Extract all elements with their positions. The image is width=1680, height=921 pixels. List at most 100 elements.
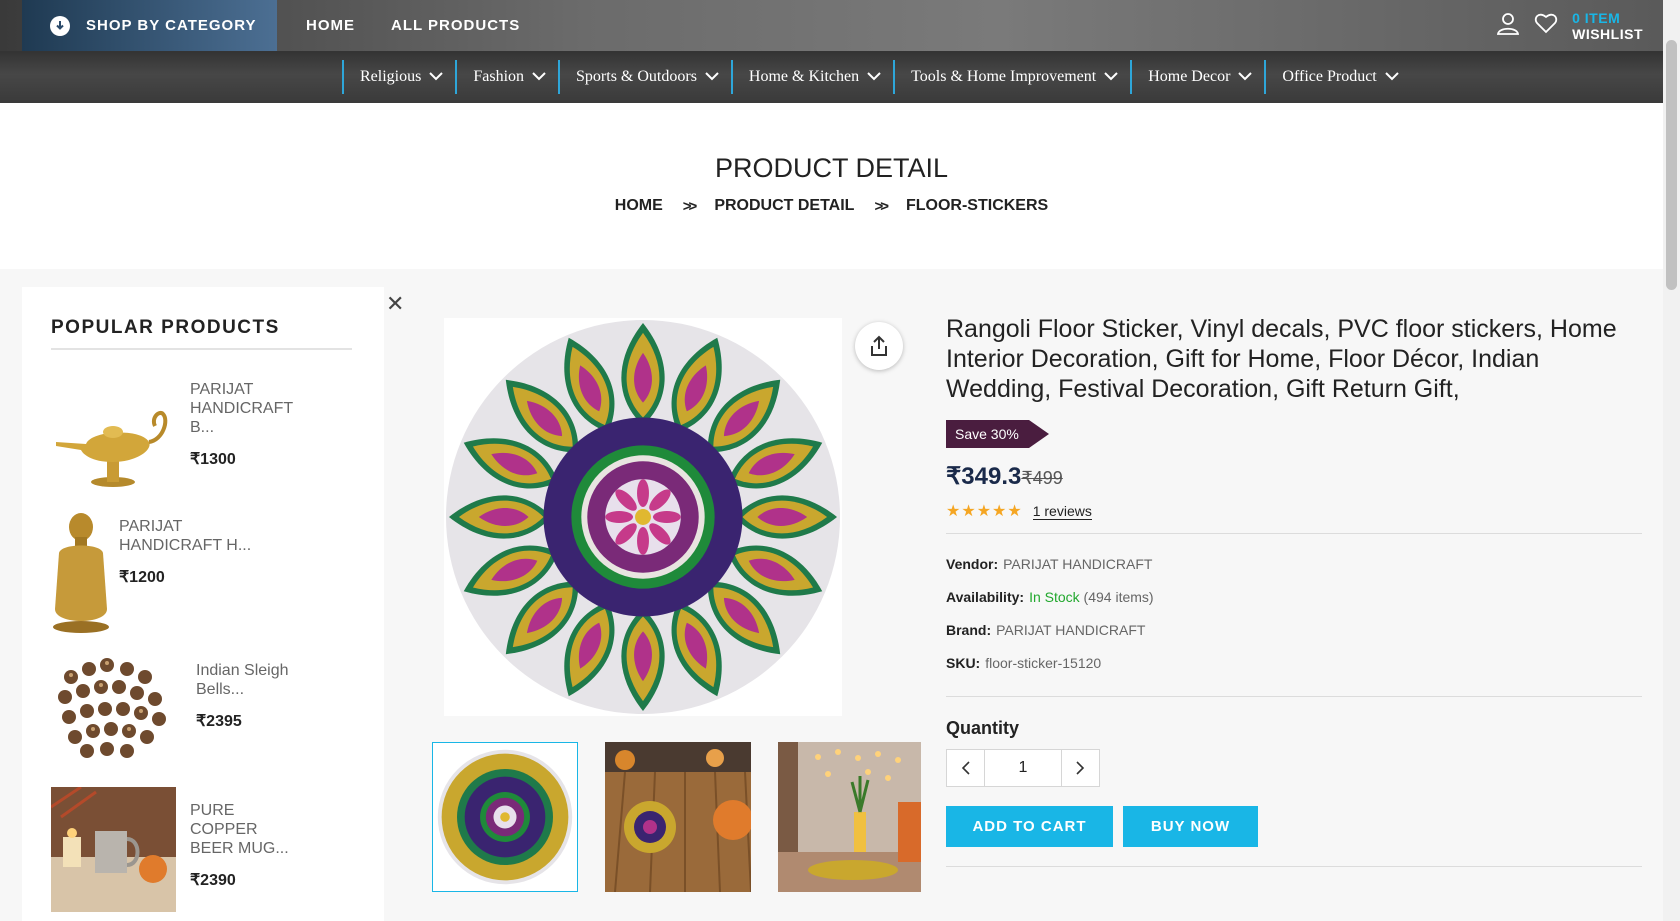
- nav-all-products[interactable]: ALL PRODUCTS: [391, 17, 520, 34]
- popular-product-item[interactable]: Indian Sleigh Bells... ₹2395: [51, 647, 296, 772]
- rating-row: ★★★★★ 1 reviews: [946, 501, 1642, 521]
- category-home-kitchen[interactable]: Home & Kitchen: [730, 60, 893, 94]
- chevron-down-icon: [705, 71, 719, 80]
- category-sports-outdoors[interactable]: Sports & Outdoors: [558, 60, 731, 94]
- category-office-product[interactable]: Office Product: [1264, 60, 1410, 94]
- category-religious[interactable]: Religious: [342, 60, 455, 94]
- divider: [946, 866, 1642, 867]
- user-icon[interactable]: [1496, 11, 1520, 40]
- breadcrumb-product-detail[interactable]: PRODUCT DETAIL: [714, 197, 854, 215]
- availability-label: Availability:: [946, 589, 1025, 605]
- shop-by-category-label: SHOP BY CATEGORY: [86, 17, 257, 34]
- popular-product-price: ₹2395: [196, 713, 242, 730]
- availability-value: In Stock: [1029, 589, 1080, 605]
- sku-row: SKU: floor-sticker-15120: [946, 655, 1642, 671]
- chevron-down-icon: [429, 71, 444, 80]
- thumbnail-3[interactable]: [778, 742, 921, 892]
- current-price: ₹349.3: [946, 463, 1022, 490]
- increase-quantity-button[interactable]: [1062, 750, 1099, 786]
- header-actions: 0 ITEM WISHLIST: [1496, 0, 1643, 51]
- double-chevron-right-icon: >>: [682, 197, 697, 215]
- vertical-scrollbar[interactable]: [1663, 0, 1680, 921]
- wishlist-count: 0 ITEM: [1572, 9, 1621, 26]
- popular-product-item[interactable]: PARIJAT HANDICRAFT H... ₹1200: [51, 509, 289, 634]
- vendor-label: Vendor:: [946, 556, 999, 572]
- sku-label: SKU:: [946, 655, 981, 671]
- popular-product-name[interactable]: PURE COPPER BEER MUG...: [190, 801, 290, 858]
- purchase-actions: ADD TO CART BUY NOW: [946, 806, 1642, 847]
- product-thumbnail-lamp[interactable]: [51, 370, 176, 495]
- brand-value: PARIJAT HANDICRAFT: [996, 622, 1146, 638]
- original-price: ₹499: [1021, 468, 1063, 488]
- popular-product-name[interactable]: PARIJAT HANDICRAFT H...: [119, 517, 289, 555]
- thumbnail-2[interactable]: [605, 742, 751, 892]
- chevron-right-icon: [1076, 761, 1085, 775]
- category-label: Tools & Home Improvement: [911, 68, 1097, 85]
- brand-row: Brand: PARIJAT HANDICRAFT: [946, 622, 1642, 638]
- divider: [946, 696, 1642, 697]
- category-label: Home Decor: [1148, 68, 1231, 85]
- sku-value: floor-sticker-15120: [985, 655, 1102, 671]
- price-row: ₹349.3 ₹499: [946, 462, 1642, 491]
- reviews-link[interactable]: 1 reviews: [1032, 503, 1092, 520]
- popular-product-price: ₹1300: [190, 451, 236, 468]
- product-info: Rangoli Floor Sticker, Vinyl decals, PVC…: [946, 314, 1642, 867]
- product-section: POPULAR PRODUCTS PARIJAT HANDICRAFT B...…: [0, 269, 1663, 921]
- popular-product-name[interactable]: Indian Sleigh Bells...: [196, 661, 296, 699]
- category-home-decor[interactable]: Home Decor: [1130, 60, 1264, 94]
- popular-product-price: ₹1200: [119, 569, 165, 586]
- quantity-section: Quantity 1: [946, 718, 1642, 787]
- brand-label: Brand:: [946, 622, 992, 638]
- breadcrumb-current: FLOOR-STICKERS: [905, 197, 1049, 214]
- product-thumbnail-bells[interactable]: [51, 647, 176, 772]
- save-badge: Save 30%: [946, 420, 1049, 448]
- category-label: Home & Kitchen: [748, 68, 860, 85]
- quantity-label: Quantity: [946, 718, 1020, 738]
- product-thumbnail-idol[interactable]: [51, 509, 111, 634]
- close-icon[interactable]: ✕: [386, 291, 404, 317]
- popular-product-item[interactable]: PARIJAT HANDICRAFT B... ₹1300: [51, 370, 300, 495]
- product-title: Rangoli Floor Sticker, Vinyl decals, PVC…: [946, 315, 1617, 403]
- category-nav: Religious Fashion Sports & Outdoors Home…: [0, 51, 1663, 103]
- popular-product-item[interactable]: PURE COPPER BEER MUG... ₹2390: [51, 787, 290, 912]
- category-fashion[interactable]: Fashion: [455, 60, 558, 94]
- popular-products-sidebar: POPULAR PRODUCTS PARIJAT HANDICRAFT B...…: [22, 287, 384, 921]
- popular-product-name[interactable]: PARIJAT HANDICRAFT B...: [190, 380, 300, 437]
- decrease-quantity-button[interactable]: [947, 750, 984, 786]
- top-nav: HOME ALL PRODUCTS: [306, 0, 520, 51]
- wishlist-link[interactable]: 0 ITEM WISHLIST: [1572, 10, 1643, 42]
- chevron-down-icon: [867, 71, 881, 80]
- popular-product-price: ₹2390: [190, 872, 236, 889]
- add-to-cart-button[interactable]: ADD TO CART: [946, 806, 1113, 847]
- page-header: PRODUCT DETAIL HOME >> PRODUCT DETAIL >>…: [0, 103, 1663, 269]
- divider: [946, 533, 1642, 534]
- chevron-down-icon: [1104, 71, 1118, 80]
- vendor-value: PARIJAT HANDICRAFT: [1003, 556, 1153, 572]
- category-tools-home-improvement[interactable]: Tools & Home Improvement: [893, 60, 1130, 94]
- nav-home[interactable]: HOME: [306, 17, 355, 34]
- download-circle-icon: [50, 15, 70, 36]
- double-chevron-right-icon: >>: [874, 197, 888, 215]
- top-bar: SHOP BY CATEGORY HOME ALL PRODUCTS 0 ITE…: [0, 0, 1663, 51]
- category-label: Fashion: [473, 68, 525, 85]
- breadcrumb-home[interactable]: HOME: [615, 197, 663, 215]
- category-label: Office Product: [1282, 68, 1377, 85]
- page: { "header": { "shop_by_category": "SHOP …: [0, 0, 1680, 921]
- quantity-stepper: 1: [946, 749, 1100, 787]
- main-product-image[interactable]: [444, 318, 842, 716]
- thumbnail-1[interactable]: [432, 742, 578, 892]
- availability-count: (494 items): [1083, 589, 1154, 605]
- shop-by-category-button[interactable]: SHOP BY CATEGORY: [22, 0, 277, 51]
- chevron-down-icon: [1238, 71, 1253, 80]
- category-label: Religious: [360, 68, 422, 85]
- scrollbar-thumb[interactable]: [1666, 40, 1677, 290]
- product-thumbnail-mug[interactable]: [51, 787, 176, 912]
- breadcrumb: HOME >> PRODUCT DETAIL >> FLOOR-STICKERS: [0, 197, 1663, 215]
- quantity-input[interactable]: 1: [984, 750, 1062, 786]
- heart-icon[interactable]: [1534, 12, 1558, 39]
- availability-row: Availability: In Stock (494 items): [946, 589, 1642, 605]
- vendor-row: Vendor: PARIJAT HANDICRAFT: [946, 556, 1642, 572]
- share-button[interactable]: [855, 322, 903, 370]
- category-label: Sports & Outdoors: [576, 68, 697, 85]
- buy-now-button[interactable]: BUY NOW: [1123, 806, 1258, 847]
